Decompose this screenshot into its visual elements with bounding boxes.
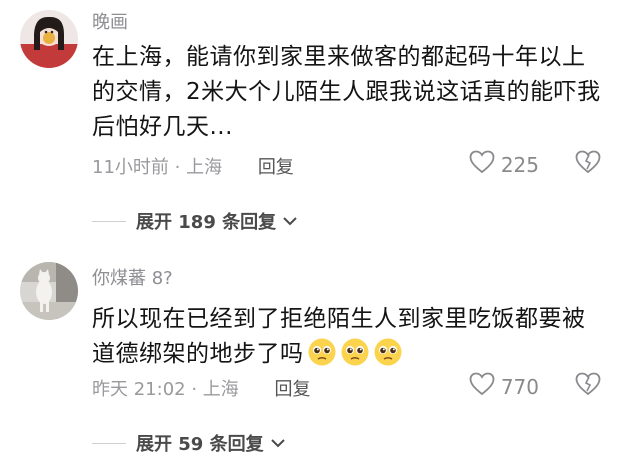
divider (92, 220, 126, 222)
chevron-down-icon (282, 212, 298, 231)
comment-time-location: 11小时前 · 上海 (92, 157, 223, 178)
broken-heart-icon[interactable] (575, 150, 601, 178)
divider (92, 442, 126, 444)
cat-photo-avatar-icon[interactable] (20, 262, 78, 320)
comment-item: 晚画 在上海，能请你到家里来做客的都起码十年以上的交情，2米大个儿陌生人跟我说这… (0, 0, 629, 248)
expand-replies[interactable]: 展开 59 条回复 (92, 430, 286, 456)
comment-text: 在上海，能请你到家里来做客的都起码十年以上的交情，2米大个儿陌生人跟我说这话真的… (92, 44, 601, 140)
expand-replies[interactable]: 展开 189 条回复 (92, 208, 298, 234)
anime-girl-avatar-icon[interactable] (20, 10, 78, 68)
comment-meta: 昨天 21:02 · 上海 回复 (92, 375, 311, 401)
heart-icon (469, 150, 495, 179)
comment-username[interactable]: 晚画 (92, 8, 128, 34)
broken-heart-icon[interactable] (575, 372, 601, 400)
like-count: 770 (500, 374, 539, 399)
comment-meta: 11小时前 · 上海 回复 (92, 153, 294, 179)
comment-time-location: 昨天 21:02 · 上海 (92, 379, 239, 400)
reply-button[interactable]: 回复 (258, 157, 294, 178)
chevron-down-icon (270, 434, 286, 453)
expand-replies-label: 展开 189 条回复 (136, 212, 277, 233)
comment-item: 你煤蕃 8? 所以现在已经到了拒绝陌生人到家里吃饭都要被道德绑架的地步了吗 昨天… (0, 250, 629, 458)
like-button[interactable]: 225 (469, 150, 539, 179)
pleading-face-icon (307, 337, 337, 367)
pleading-face-icon (373, 337, 403, 367)
comment-text: 所以现在已经到了拒绝陌生人到家里吃饭都要被道德绑架的地步了吗 (92, 302, 602, 372)
comment-username[interactable]: 你煤蕃 8? (92, 264, 173, 290)
like-button[interactable]: 770 (469, 372, 539, 401)
like-count: 225 (500, 152, 539, 177)
reply-button[interactable]: 回复 (275, 379, 311, 400)
heart-icon (469, 372, 495, 401)
pleading-face-icon (340, 337, 370, 367)
expand-replies-label: 展开 59 条回复 (136, 434, 264, 455)
